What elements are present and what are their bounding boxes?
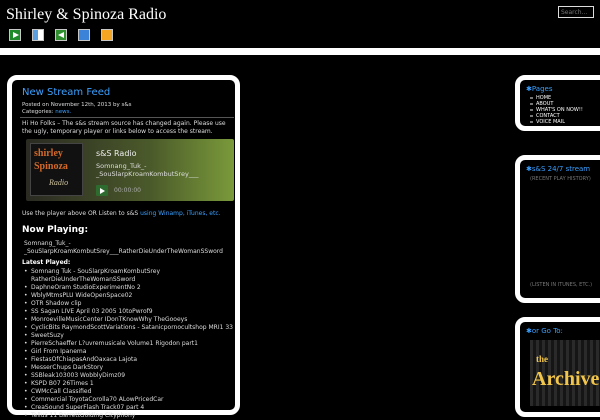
goto-title: ✱or Go To: <box>526 327 563 335</box>
goto-panel: ✱or Go To: the Archive <box>515 317 600 417</box>
station-name: s&S Radio <box>96 149 137 158</box>
album-text-1: shirley <box>34 148 63 159</box>
divider <box>20 117 234 118</box>
list-item: Girl From Ipanema <box>24 348 234 356</box>
pages-list: HOME ABOUT WHAT'S ON NOW!! CONTACT VOICE… <box>530 95 583 125</box>
list-item: KSPD B07 26Times 1 <box>24 380 234 388</box>
search-input[interactable] <box>558 6 594 18</box>
list-item: SS Sagan LIVE April 03 2005 10toPwrof9 <box>24 308 234 316</box>
category-link[interactable]: news. <box>55 109 71 115</box>
list-item: MesserChups DarkStory <box>24 364 234 372</box>
archive-text: Archive <box>532 368 600 390</box>
archive-the-text: the <box>536 354 548 364</box>
player-time: 00:00:00 <box>114 187 141 194</box>
stream-title: ✱s&S 24/7 stream <box>526 165 591 173</box>
pages-panel: ✱Pages HOME ABOUT WHAT'S ON NOW!! CONTAC… <box>515 75 600 131</box>
latest-played-list: Somnang Tuk - SouSlarpKroamKombutSrey Ra… <box>24 268 234 420</box>
list-item: FiestasOfChiapasAndOaxaca Lajota <box>24 356 234 364</box>
list-item: SweetSuzy <box>24 332 234 340</box>
now-playing-track: Somnang_Tuk_-_SouSlarpKroamKombutSrey___… <box>24 240 223 255</box>
now-playing-title: Now Playing: <box>22 225 89 235</box>
list-item: SSBleak103003 WobblyDimz09 <box>24 372 234 380</box>
stream-subtitle: (RECENT PLAY HISTORY) <box>530 176 591 182</box>
posted-line: Posted on November 12th, 2013 by s&s <box>22 102 132 108</box>
post-title[interactable]: New Stream Feed <box>22 87 110 98</box>
pages-title: ✱Pages <box>526 85 553 93</box>
latest-played-title: Latest Played: <box>22 259 71 266</box>
album-text-3: Radio <box>49 178 69 187</box>
post-panel: New Stream Feed Posted on November 12th,… <box>7 75 240 420</box>
list-item: CWMcCall Classified <box>24 388 234 396</box>
categories-line: Categories: news. <box>22 109 132 116</box>
list-item: Somnang Tuk - SouSlarpKroamKombutSrey Ra… <box>24 268 234 284</box>
page-link-voice-mail[interactable]: VOICE MAIL <box>530 119 583 125</box>
list-item: CyclicBits RaymondScottVariations - Sata… <box>24 324 234 332</box>
list-item: CreaSound SuperFlash Track07 part 4 <box>24 404 234 412</box>
categories-label: Categories: <box>22 109 54 115</box>
back-icon[interactable] <box>55 29 67 41</box>
stream-player: shirley Spinoza Radio s&S Radio Somnang_… <box>26 139 234 201</box>
post-intro: Hi Ho Folks – The s&s stream source has … <box>22 120 226 135</box>
site-title[interactable]: Shirley & Spinoza Radio <box>6 6 166 24</box>
list-item: OTR Shadow clip <box>24 300 234 308</box>
listen-line: Use the player above OR Listen to s&S us… <box>22 210 221 217</box>
album-text-2: Spinoza <box>34 161 68 172</box>
play-button[interactable] <box>96 185 108 196</box>
list-item: Commercial ToyotaCorolla70 ALowPricedCar <box>24 396 234 404</box>
stream-panel: ✱s&S 24/7 stream (RECENT PLAY HISTORY) (… <box>515 155 600 303</box>
list-item: Tellus 11 BarrettGolding Cityphony <box>24 412 234 420</box>
album-art: shirley Spinoza Radio <box>30 143 83 196</box>
blue-square-icon[interactable] <box>78 29 90 41</box>
list-item: DaphneOram StudioExperimentNo 2 <box>24 284 234 292</box>
itunes-link[interactable]: (LISTEN IN ITUNES, ETC.) <box>530 282 592 288</box>
play-icon[interactable] <box>9 29 21 41</box>
news-icon[interactable] <box>32 29 44 41</box>
listen-link[interactable]: using Winamp, iTunes, etc. <box>140 210 220 217</box>
listen-text: Use the player above OR Listen to s&S <box>22 210 139 217</box>
header-icon-row <box>9 29 113 41</box>
list-item: MonroevilleMusicCenter IDonTKnowWhy TheG… <box>24 316 234 324</box>
archive-banner[interactable]: the Archive <box>530 340 600 406</box>
orange-square-icon[interactable] <box>101 29 113 41</box>
post-meta: Posted on November 12th, 2013 by s&s Cat… <box>22 102 132 116</box>
list-item: PierreSchaeffer L?uvremusicale Volume1 R… <box>24 340 234 348</box>
player-track: Somnang_Tuk_-_SouSlarpKroamKombutSrey___ <box>96 162 199 178</box>
header-divider <box>0 48 600 55</box>
list-item: WblyMtmsPLU WideOpenSpace02 <box>24 292 234 300</box>
